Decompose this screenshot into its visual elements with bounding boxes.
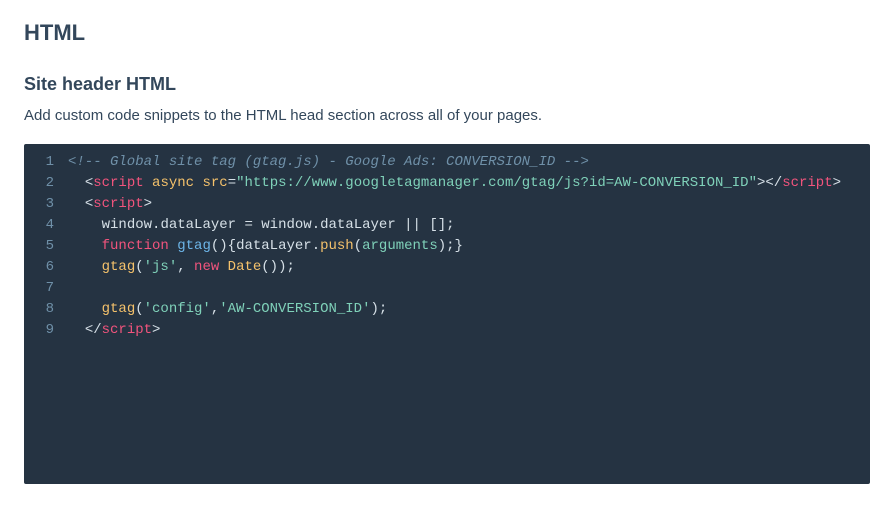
- code-line: 6 gtag('js', new Date());: [24, 257, 870, 278]
- line-number: 9: [24, 320, 68, 341]
- code-line: 8 gtag('config','AW-CONVERSION_ID');: [24, 299, 870, 320]
- code-line: 5 function gtag(){dataLayer.push(argumen…: [24, 236, 870, 257]
- line-content: gtag('config','AW-CONVERSION_ID');: [68, 299, 387, 320]
- line-number: 5: [24, 236, 68, 257]
- line-content: <script>: [68, 194, 152, 215]
- line-content: </script>: [68, 320, 160, 341]
- line-number: 8: [24, 299, 68, 320]
- line-number: 3: [24, 194, 68, 215]
- line-content: function gtag(){dataLayer.push(arguments…: [68, 236, 463, 257]
- line-number: 4: [24, 215, 68, 236]
- line-content: <!-- Global site tag (gtag.js) - Google …: [68, 152, 589, 173]
- line-content: gtag('js', new Date());: [68, 257, 295, 278]
- line-number: 1: [24, 152, 68, 173]
- code-line: 4 window.dataLayer = window.dataLayer ||…: [24, 215, 870, 236]
- line-number: 2: [24, 173, 68, 194]
- section-description: Add custom code snippets to the HTML hea…: [24, 107, 870, 124]
- line-content: window.dataLayer = window.dataLayer || […: [68, 215, 455, 236]
- code-line: 9 </script>: [24, 320, 870, 341]
- code-line: 2 <script async src="https://www.googlet…: [24, 173, 870, 194]
- code-editor[interactable]: 1 <!-- Global site tag (gtag.js) - Googl…: [24, 144, 870, 484]
- line-number: 7: [24, 278, 68, 299]
- code-line: 3 <script>: [24, 194, 870, 215]
- code-line: 7: [24, 278, 870, 299]
- code-line: 1 <!-- Global site tag (gtag.js) - Googl…: [24, 152, 870, 173]
- page-title: HTML: [24, 20, 870, 46]
- line-number: 6: [24, 257, 68, 278]
- section-title: Site header HTML: [24, 74, 870, 95]
- line-content: <script async src="https://www.googletag…: [68, 173, 841, 194]
